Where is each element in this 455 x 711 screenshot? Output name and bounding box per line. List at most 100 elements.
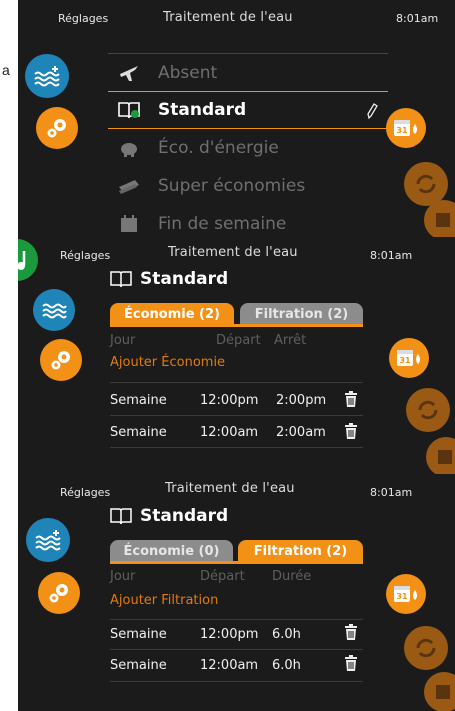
book-icon <box>110 271 132 288</box>
calendar-button[interactable] <box>426 437 455 477</box>
menu-item-label: Fin de semaine <box>158 214 287 234</box>
water-care-button[interactable] <box>33 289 75 331</box>
calendar-day: 31 <box>399 356 411 365</box>
divider <box>110 447 363 448</box>
add-economy-button[interactable]: Ajouter Économie <box>110 355 225 370</box>
book-icon <box>110 508 132 525</box>
water-care-button[interactable] <box>25 54 69 98</box>
tab-economy[interactable]: Économie (0) <box>110 540 233 562</box>
screen-title: Traitement de l'eau <box>163 10 293 25</box>
settings-label[interactable]: Réglages <box>58 12 108 25</box>
menu-item-label: Super économies <box>158 176 306 196</box>
divider <box>110 649 363 650</box>
row-start: 12:00am <box>200 425 259 440</box>
clock: 8:01am <box>370 486 413 499</box>
schedule-button[interactable]: 31 <box>386 108 426 148</box>
row-start: 12:00am <box>200 658 259 673</box>
column-header-start: Départ <box>216 333 261 348</box>
calendar-icon <box>114 213 144 235</box>
row-duration: 6.0h <box>272 658 301 673</box>
menu-item-energy-saving[interactable]: Éco. d'énergie <box>108 129 388 167</box>
row-stop: 2:00am <box>276 425 326 440</box>
column-header-start: Départ <box>200 569 245 584</box>
trash-icon[interactable] <box>344 391 358 407</box>
calendar-icon <box>438 450 452 464</box>
pencil-icon[interactable] <box>366 102 378 125</box>
divider <box>110 382 363 383</box>
program-list-screen: Réglages Traitement de l'eau 8:01am Abse… <box>18 0 455 237</box>
calendar-button[interactable] <box>424 672 455 711</box>
row-day: Semaine <box>110 425 167 440</box>
calendar-button[interactable] <box>424 200 455 237</box>
row-day: Semaine <box>110 658 167 673</box>
gears-icon <box>49 584 68 603</box>
calendar-drop-icon: 31 <box>394 120 417 136</box>
program-name: Standard <box>140 506 229 526</box>
divider <box>110 415 363 416</box>
menu-item-label: Standard <box>158 100 247 120</box>
menu-item-standard[interactable]: Standard <box>108 91 388 129</box>
menu-item-absent[interactable]: Absent <box>108 54 388 92</box>
row-duration: 6.0h <box>272 627 301 642</box>
menu-item-super-saving[interactable]: Super économies <box>108 167 388 205</box>
refresh-icon <box>416 174 436 194</box>
water-waves-icon <box>34 66 60 87</box>
tab-economy[interactable]: Économie (2) <box>110 303 234 325</box>
plane-icon <box>114 62 144 84</box>
clock: 8:01am <box>370 249 413 262</box>
settings-button[interactable] <box>40 339 82 381</box>
column-header-duration: Durée <box>272 569 312 584</box>
row-start: 12:00pm <box>200 393 259 408</box>
music-note-icon <box>18 251 26 270</box>
row-stop: 2:00pm <box>276 393 327 408</box>
edge-text: a <box>2 62 10 78</box>
water-care-button[interactable] <box>26 518 70 562</box>
audio-button[interactable] <box>18 239 38 281</box>
calendar-icon <box>436 685 450 699</box>
filtration-screen: Réglages Traitement de l'eau 8:01am Stan… <box>18 474 455 711</box>
calendar-day: 31 <box>396 126 408 135</box>
settings-label[interactable]: Réglages <box>60 486 110 499</box>
calendar-drop-icon: 31 <box>394 586 417 602</box>
economy-screen: Réglages Traitement de l'eau 8:01am Stan… <box>18 237 455 483</box>
column-header-day: Jour <box>110 569 136 584</box>
tab-filtration[interactable]: Filtration (2) <box>240 303 363 325</box>
column-header-day: Jour <box>110 333 136 348</box>
refresh-icon <box>418 400 438 420</box>
tab-underline <box>110 324 363 327</box>
screen-title: Traitement de l'eau <box>165 481 295 496</box>
settings-label[interactable]: Réglages <box>60 249 110 262</box>
calendar-day: 31 <box>396 592 408 601</box>
tab-filtration[interactable]: Filtration (2) <box>238 540 363 562</box>
schedule-button[interactable]: 31 <box>386 574 426 614</box>
trash-icon[interactable] <box>344 423 358 439</box>
calendar-drop-icon: 31 <box>397 350 420 366</box>
row-day: Semaine <box>110 627 167 642</box>
calendar-icon <box>436 213 450 227</box>
settings-button[interactable] <box>36 107 78 149</box>
cycle-button[interactable] <box>404 626 448 670</box>
money-icon <box>114 175 144 197</box>
program-name: Standard <box>140 269 229 289</box>
column-header-stop: Arrêt <box>274 333 307 348</box>
menu-item-label: Éco. d'énergie <box>158 138 279 158</box>
divider <box>110 681 363 682</box>
divider <box>110 619 363 620</box>
cycle-button[interactable] <box>406 388 450 432</box>
trash-icon[interactable] <box>344 655 358 671</box>
menu-item-label: Absent <box>158 63 218 83</box>
water-waves-icon <box>35 530 61 551</box>
trash-icon[interactable] <box>344 624 358 640</box>
settings-button[interactable] <box>38 572 80 614</box>
program-title: Standard <box>110 269 228 289</box>
gears-icon <box>51 351 70 370</box>
row-start: 12:00pm <box>200 627 259 642</box>
schedule-button[interactable]: 31 <box>389 338 429 378</box>
menu-item-weekend[interactable]: Fin de semaine <box>108 205 388 237</box>
program-title: Standard <box>110 506 228 526</box>
row-day: Semaine <box>110 393 167 408</box>
screen-title: Traitement de l'eau <box>168 245 298 260</box>
add-filtration-button[interactable]: Ajouter Filtration <box>110 593 218 608</box>
clock: 8:01am <box>396 12 439 25</box>
tab-underline <box>110 561 363 564</box>
